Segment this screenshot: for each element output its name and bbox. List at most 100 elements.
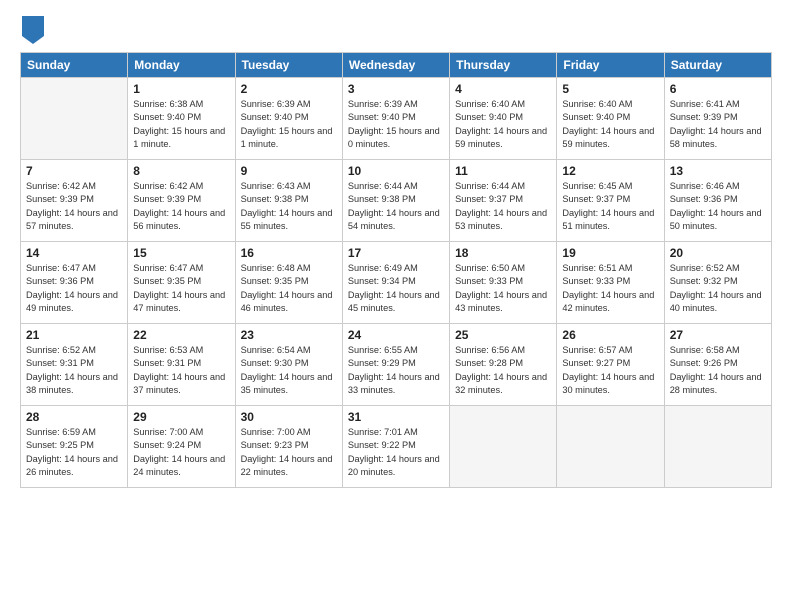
calendar-cell: 13 Sunrise: 6:46 AMSunset: 9:36 PMDayligh… bbox=[664, 160, 771, 242]
day-info: Sunrise: 6:47 AMSunset: 9:36 PMDaylight:… bbox=[26, 262, 122, 315]
calendar-cell: 17 Sunrise: 6:49 AMSunset: 9:34 PMDayligh… bbox=[342, 242, 449, 324]
calendar-week-3: 14 Sunrise: 6:47 AMSunset: 9:36 PMDayligh… bbox=[21, 242, 772, 324]
calendar-header-wednesday: Wednesday bbox=[342, 53, 449, 78]
calendar-cell: 19 Sunrise: 6:51 AMSunset: 9:33 PMDayligh… bbox=[557, 242, 664, 324]
day-info: Sunrise: 6:40 AMSunset: 9:40 PMDaylight:… bbox=[562, 98, 658, 151]
calendar-cell: 27 Sunrise: 6:58 AMSunset: 9:26 PMDayligh… bbox=[664, 324, 771, 406]
calendar-cell: 31Sunrise: 7:01 AMSunset: 9:22 PMDayligh… bbox=[342, 406, 449, 488]
day-number: 23 bbox=[241, 328, 337, 342]
calendar-cell: 2 Sunrise: 6:39 AMSunset: 9:40 PMDaylight… bbox=[235, 78, 342, 160]
day-info: Sunrise: 6:38 AMSunset: 9:40 PMDaylight:… bbox=[133, 98, 229, 151]
day-number: 2 bbox=[241, 82, 337, 96]
calendar-cell: 1 Sunrise: 6:38 AMSunset: 9:40 PMDaylight… bbox=[128, 78, 235, 160]
day-info: Sunrise: 6:50 AMSunset: 9:33 PMDaylight:… bbox=[455, 262, 551, 315]
day-number: 14 bbox=[26, 246, 122, 260]
calendar-header-sunday: Sunday bbox=[21, 53, 128, 78]
day-info: Sunrise: 7:00 AMSunset: 9:23 PMDaylight:… bbox=[241, 426, 337, 479]
calendar-cell: 3 Sunrise: 6:39 AMSunset: 9:40 PMDaylight… bbox=[342, 78, 449, 160]
day-info: Sunrise: 7:01 AMSunset: 9:22 PMDaylight:… bbox=[348, 426, 444, 479]
day-number: 8 bbox=[133, 164, 229, 178]
day-number: 3 bbox=[348, 82, 444, 96]
day-info: Sunrise: 6:40 AMSunset: 9:40 PMDaylight:… bbox=[455, 98, 551, 151]
day-info: Sunrise: 6:47 AMSunset: 9:35 PMDaylight:… bbox=[133, 262, 229, 315]
day-info: Sunrise: 6:54 AMSunset: 9:30 PMDaylight:… bbox=[241, 344, 337, 397]
calendar-cell: 9 Sunrise: 6:43 AMSunset: 9:38 PMDaylight… bbox=[235, 160, 342, 242]
day-number: 7 bbox=[26, 164, 122, 178]
calendar-cell: 7 Sunrise: 6:42 AMSunset: 9:39 PMDaylight… bbox=[21, 160, 128, 242]
day-number: 25 bbox=[455, 328, 551, 342]
day-number: 5 bbox=[562, 82, 658, 96]
page: SundayMondayTuesdayWednesdayThursdayFrid… bbox=[0, 0, 792, 612]
day-info: Sunrise: 6:51 AMSunset: 9:33 PMDaylight:… bbox=[562, 262, 658, 315]
day-number: 17 bbox=[348, 246, 444, 260]
calendar-cell: 18Sunrise: 6:50 AMSunset: 9:33 PMDayligh… bbox=[450, 242, 557, 324]
calendar-header-monday: Monday bbox=[128, 53, 235, 78]
day-info: Sunrise: 6:48 AMSunset: 9:35 PMDaylight:… bbox=[241, 262, 337, 315]
day-info: Sunrise: 6:43 AMSunset: 9:38 PMDaylight:… bbox=[241, 180, 337, 233]
logo bbox=[20, 16, 44, 44]
day-number: 6 bbox=[670, 82, 766, 96]
calendar-header-thursday: Thursday bbox=[450, 53, 557, 78]
calendar-cell: 15 Sunrise: 6:47 AMSunset: 9:35 PMDayligh… bbox=[128, 242, 235, 324]
calendar-cell: 14 Sunrise: 6:47 AMSunset: 9:36 PMDayligh… bbox=[21, 242, 128, 324]
calendar-cell: 5 Sunrise: 6:40 AMSunset: 9:40 PMDaylight… bbox=[557, 78, 664, 160]
day-info: Sunrise: 7:00 AMSunset: 9:24 PMDaylight:… bbox=[133, 426, 229, 479]
day-info: Sunrise: 6:52 AMSunset: 9:31 PMDaylight:… bbox=[26, 344, 122, 397]
day-info: Sunrise: 6:55 AMSunset: 9:29 PMDaylight:… bbox=[348, 344, 444, 397]
calendar-header-saturday: Saturday bbox=[664, 53, 771, 78]
calendar-cell: 21 Sunrise: 6:52 AMSunset: 9:31 PMDayligh… bbox=[21, 324, 128, 406]
calendar-cell: 12 Sunrise: 6:45 AMSunset: 9:37 PMDayligh… bbox=[557, 160, 664, 242]
day-number: 1 bbox=[133, 82, 229, 96]
calendar-cell: 25 Sunrise: 6:56 AMSunset: 9:28 PMDayligh… bbox=[450, 324, 557, 406]
day-number: 4 bbox=[455, 82, 551, 96]
day-number: 9 bbox=[241, 164, 337, 178]
calendar-cell bbox=[21, 78, 128, 160]
day-info: Sunrise: 6:42 AMSunset: 9:39 PMDaylight:… bbox=[26, 180, 122, 233]
day-info: Sunrise: 6:58 AMSunset: 9:26 PMDaylight:… bbox=[670, 344, 766, 397]
calendar-header-row: SundayMondayTuesdayWednesdayThursdayFrid… bbox=[21, 53, 772, 78]
day-number: 19 bbox=[562, 246, 658, 260]
day-number: 24 bbox=[348, 328, 444, 342]
day-number: 21 bbox=[26, 328, 122, 342]
day-info: Sunrise: 6:49 AMSunset: 9:34 PMDaylight:… bbox=[348, 262, 444, 315]
calendar-week-4: 21 Sunrise: 6:52 AMSunset: 9:31 PMDayligh… bbox=[21, 324, 772, 406]
day-number: 10 bbox=[348, 164, 444, 178]
day-number: 27 bbox=[670, 328, 766, 342]
day-number: 15 bbox=[133, 246, 229, 260]
day-info: Sunrise: 6:53 AMSunset: 9:31 PMDaylight:… bbox=[133, 344, 229, 397]
day-number: 16 bbox=[241, 246, 337, 260]
calendar-week-5: 28Sunrise: 6:59 AMSunset: 9:25 PMDayligh… bbox=[21, 406, 772, 488]
day-info: Sunrise: 6:46 AMSunset: 9:36 PMDaylight:… bbox=[670, 180, 766, 233]
day-number: 13 bbox=[670, 164, 766, 178]
day-number: 12 bbox=[562, 164, 658, 178]
day-number: 20 bbox=[670, 246, 766, 260]
day-info: Sunrise: 6:45 AMSunset: 9:37 PMDaylight:… bbox=[562, 180, 658, 233]
calendar-header-friday: Friday bbox=[557, 53, 664, 78]
calendar-header-tuesday: Tuesday bbox=[235, 53, 342, 78]
day-number: 30 bbox=[241, 410, 337, 424]
calendar-cell: 24 Sunrise: 6:55 AMSunset: 9:29 PMDayligh… bbox=[342, 324, 449, 406]
calendar-cell: 26Sunrise: 6:57 AMSunset: 9:27 PMDayligh… bbox=[557, 324, 664, 406]
calendar-cell bbox=[664, 406, 771, 488]
day-info: Sunrise: 6:59 AMSunset: 9:25 PMDaylight:… bbox=[26, 426, 122, 479]
day-info: Sunrise: 6:42 AMSunset: 9:39 PMDaylight:… bbox=[133, 180, 229, 233]
day-info: Sunrise: 6:39 AMSunset: 9:40 PMDaylight:… bbox=[241, 98, 337, 151]
logo-icon bbox=[22, 16, 44, 44]
day-info: Sunrise: 6:39 AMSunset: 9:40 PMDaylight:… bbox=[348, 98, 444, 151]
calendar-table: SundayMondayTuesdayWednesdayThursdayFrid… bbox=[20, 52, 772, 488]
calendar-cell: 11 Sunrise: 6:44 AMSunset: 9:37 PMDayligh… bbox=[450, 160, 557, 242]
calendar-cell bbox=[557, 406, 664, 488]
calendar-cell: 23 Sunrise: 6:54 AMSunset: 9:30 PMDayligh… bbox=[235, 324, 342, 406]
calendar-cell: 16 Sunrise: 6:48 AMSunset: 9:35 PMDayligh… bbox=[235, 242, 342, 324]
day-info: Sunrise: 6:56 AMSunset: 9:28 PMDaylight:… bbox=[455, 344, 551, 397]
day-info: Sunrise: 6:52 AMSunset: 9:32 PMDaylight:… bbox=[670, 262, 766, 315]
day-number: 22 bbox=[133, 328, 229, 342]
calendar-cell: 8 Sunrise: 6:42 AMSunset: 9:39 PMDaylight… bbox=[128, 160, 235, 242]
day-info: Sunrise: 6:44 AMSunset: 9:37 PMDaylight:… bbox=[455, 180, 551, 233]
day-number: 11 bbox=[455, 164, 551, 178]
calendar-cell: 22 Sunrise: 6:53 AMSunset: 9:31 PMDayligh… bbox=[128, 324, 235, 406]
day-number: 26 bbox=[562, 328, 658, 342]
header bbox=[20, 16, 772, 44]
calendar-week-2: 7 Sunrise: 6:42 AMSunset: 9:39 PMDaylight… bbox=[21, 160, 772, 242]
calendar-cell: 4 Sunrise: 6:40 AMSunset: 9:40 PMDaylight… bbox=[450, 78, 557, 160]
